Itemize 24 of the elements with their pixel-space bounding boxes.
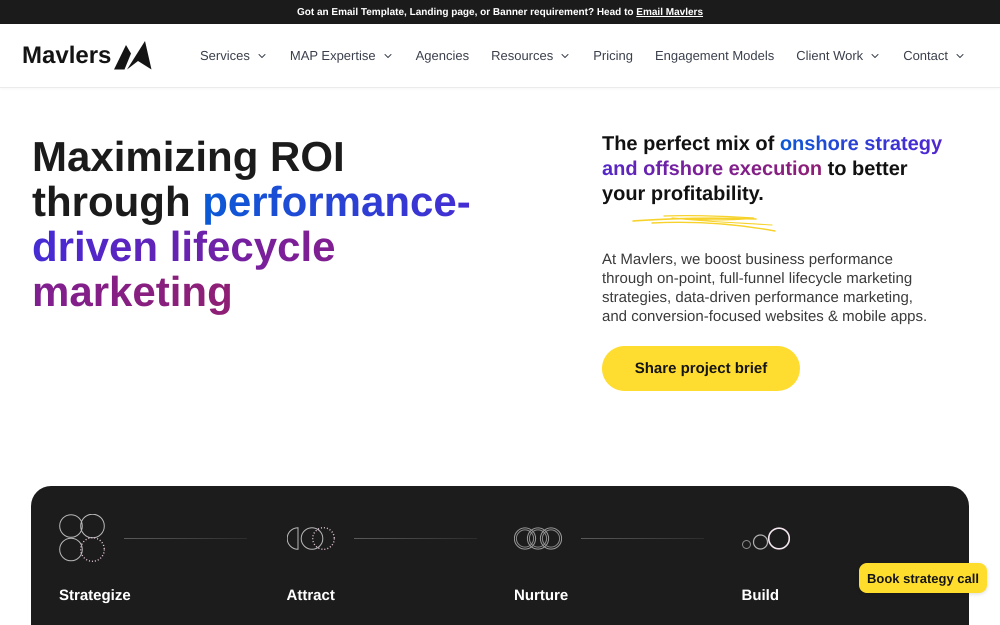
book-call-button[interactable]: Book strategy call: [859, 563, 987, 593]
nav-link[interactable]: Contact: [903, 48, 966, 63]
logo-mark-icon: [114, 41, 152, 70]
three-rings-icon: [514, 526, 562, 550]
email-mavlers-link[interactable]: Email Mavlers: [636, 6, 704, 18]
share-brief-button[interactable]: Share project brief: [602, 346, 800, 391]
nav-link[interactable]: Services: [200, 48, 268, 63]
nav-link[interactable]: Client Work: [796, 48, 882, 63]
logo-wordmark: Mavlers: [22, 42, 112, 70]
four-circles-icon: [59, 514, 105, 562]
growing-circles-icon: [742, 526, 790, 550]
nav-link[interactable]: MAP Expertise: [290, 48, 394, 63]
step-label: Attract: [286, 587, 335, 605]
nav-link[interactable]: Resources: [491, 48, 572, 63]
scribble-icon: [632, 213, 777, 233]
announcement-text: Got an Email Template, Landing page, or Banner requirement? Head to Email Mavlers: [296, 6, 704, 18]
step-label: Strategize: [59, 587, 131, 605]
nav-link[interactable]: Pricing: [593, 48, 633, 63]
step-label: Nurture: [514, 587, 568, 605]
nav-link[interactable]: Agencies: [416, 48, 470, 63]
half-circle-and-circles-icon: [286, 526, 334, 550]
hero-description: At Mavlers, we boost business performance through on-point, full-funnel lifecycle marketing strategies, data-driven performance marketing, and conversion-focused websites & mobile apps.: [602, 250, 928, 326]
step-label: Build: [742, 587, 779, 605]
nav-link[interactable]: Engagement Models: [654, 48, 774, 63]
